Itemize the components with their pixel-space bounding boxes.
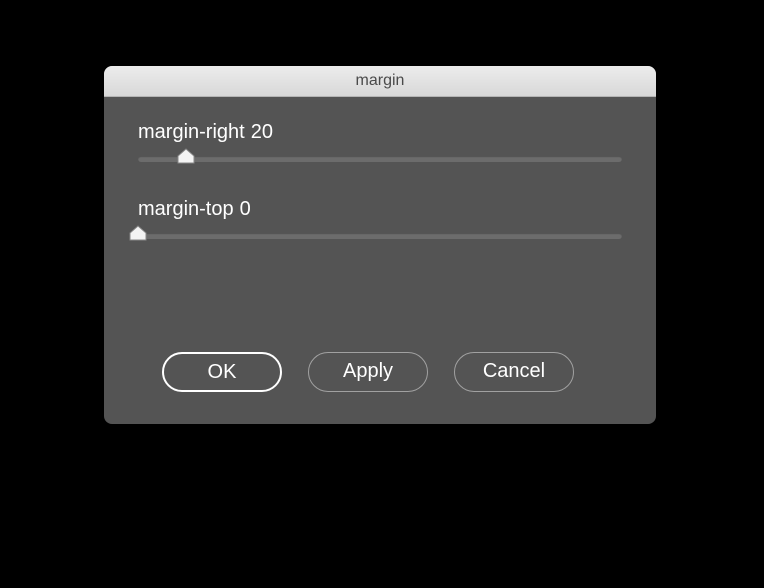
- slider-label-line: margin-top 0: [138, 198, 628, 221]
- cancel-button[interactable]: Cancel: [454, 352, 574, 392]
- margin-dialog: margin margin-right 20 margin-top 0: [104, 66, 656, 424]
- slider-row-margin-right: margin-right 20: [132, 121, 628, 170]
- margin-right-slider[interactable]: [132, 146, 628, 170]
- slider-track: [138, 156, 622, 162]
- slider-value: 20: [251, 121, 273, 144]
- slider-label: margin-top: [138, 198, 234, 221]
- slider-row-margin-top: margin-top 0: [132, 198, 628, 247]
- dialog-title: margin: [356, 72, 405, 90]
- slider-label: margin-right: [138, 121, 245, 144]
- apply-button[interactable]: Apply: [308, 352, 428, 392]
- slider-track: [138, 233, 622, 239]
- dialog-button-row: OK Apply Cancel: [132, 352, 628, 398]
- slider-thumb-icon[interactable]: [177, 148, 195, 164]
- dialog-titlebar[interactable]: margin: [104, 66, 656, 97]
- margin-top-slider[interactable]: [132, 223, 628, 247]
- dialog-body: margin-right 20 margin-top 0: [104, 97, 656, 424]
- ok-button[interactable]: OK: [162, 352, 282, 392]
- slider-label-line: margin-right 20: [138, 121, 628, 144]
- slider-value: 0: [240, 198, 251, 221]
- slider-thumb-icon[interactable]: [129, 225, 147, 241]
